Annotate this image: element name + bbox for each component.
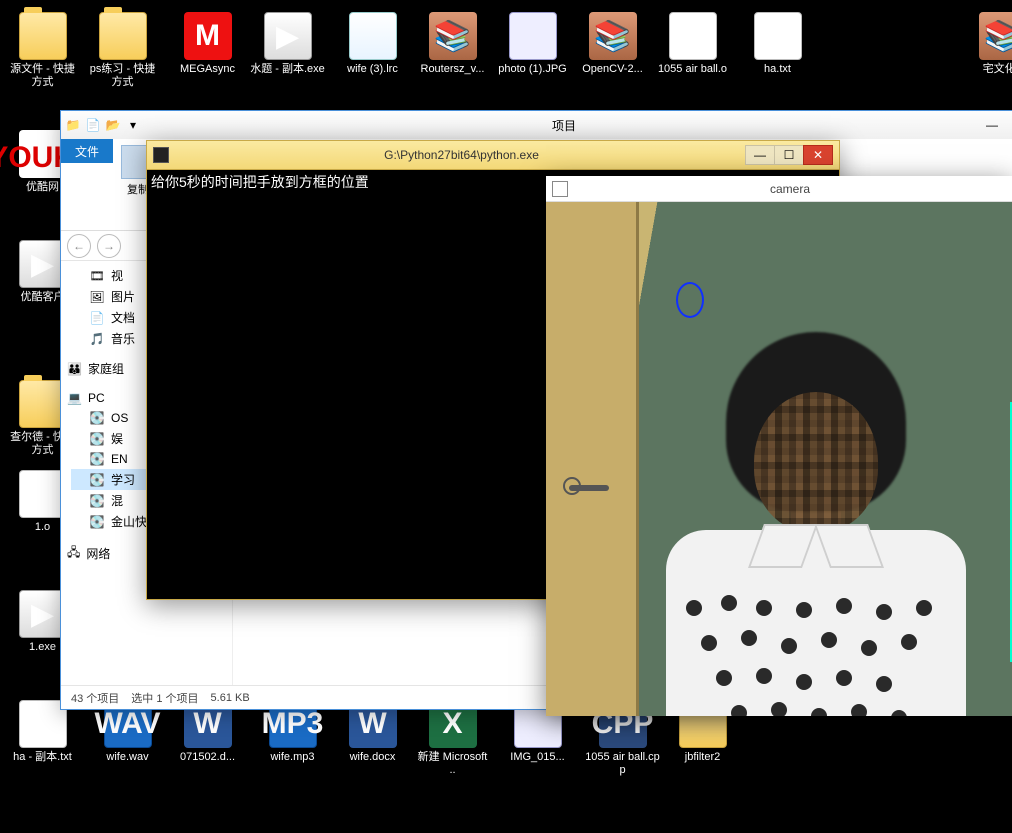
app-icon: ▶ [264, 12, 312, 60]
desktop-icon[interactable]: ps练习 - 快捷方式 [85, 12, 160, 89]
desktop-icon[interactable]: 源文件 - 快捷方式 [5, 12, 80, 89]
door-handle [569, 485, 609, 491]
console-max-button[interactable]: ☐ [774, 145, 804, 165]
desktop-icon[interactable]: wife (3).lrc [335, 12, 410, 76]
desktop-icon-label: OpenCV-2... [575, 63, 650, 76]
camera-titlebar[interactable]: camera [546, 176, 1012, 202]
desktop-icon-label: IMG_015... [500, 751, 575, 764]
explorer-title: 项目 [151, 117, 977, 134]
console-min-button[interactable]: — [745, 145, 775, 165]
console-titlebar[interactable]: G:\Python27bit64\python.exe — ☐ ✕ [146, 140, 840, 170]
desktop-icon[interactable]: 📚 OpenCV-2... [575, 12, 650, 76]
sidebar-item-icon: 🖼 [89, 289, 105, 305]
sidebar-item-icon: 📄 [89, 310, 105, 326]
detection-circle [676, 282, 704, 318]
desktop-icon-label: 水题 - 副本.exe [250, 63, 325, 76]
sidebar-item-label: 文档 [111, 309, 135, 326]
drive-icon: 💽 [89, 472, 105, 488]
drive-icon: 💽 [89, 410, 105, 426]
desktop-icon-label: 071502.d... [170, 751, 245, 764]
desktop-icon-label: wife.wav [90, 751, 165, 764]
desktop-icon[interactable]: ha.txt [740, 12, 815, 76]
drive-icon: 💽 [89, 431, 105, 447]
console-icon [153, 147, 169, 163]
desktop-icon[interactable]: photo (1).JPG [495, 12, 570, 76]
sidebar-item-label: PC [88, 391, 105, 405]
desktop-icon-label: wife (3).lrc [335, 63, 410, 76]
notepad-icon [349, 12, 397, 60]
camera-title: camera [574, 182, 1006, 196]
props-icon[interactable]: 📂 [105, 117, 121, 133]
sidebar-item-label: OS [111, 411, 128, 425]
desktop-icon[interactable]: X新建 Microsoft .. [415, 700, 490, 777]
desktop-icon-label: wife.docx [335, 751, 410, 764]
txt-icon [754, 12, 802, 60]
desktop-icon[interactable]: 1055 air ball.o [655, 12, 730, 76]
desktop-icon-label: 新建 Microsoft .. [415, 751, 490, 777]
desktop-icon-label: ha - 副本.txt [5, 751, 80, 764]
max-button[interactable]: ☐ [1007, 115, 1012, 135]
sidebar-item-label: 网络 [86, 545, 110, 562]
drive-icon: 💽 [89, 493, 105, 509]
desktop-icon[interactable]: ▶ 水题 - 副本.exe [250, 12, 325, 76]
desktop-icon-label: 1055 air ball.o [655, 63, 730, 76]
camera-window[interactable]: camera [546, 176, 1012, 716]
desktop-icon-label: jbfilter2 [665, 751, 740, 764]
jpg-icon [509, 12, 557, 60]
person [666, 332, 966, 716]
console-title: G:\Python27bit64\python.exe [177, 148, 746, 162]
nav-forward-button[interactable]: → [97, 234, 121, 258]
network-icon: 🖧 [67, 543, 80, 564]
desktop-icon-label: Routersz_v... [415, 63, 490, 76]
mega-icon: M [184, 12, 232, 60]
nav-back-button[interactable]: ← [67, 234, 91, 258]
desktop-icon-label: wife.mp3 [255, 751, 330, 764]
sidebar-item-label: 娱 [111, 430, 123, 447]
txt-icon [669, 12, 717, 60]
homegroup-icon: 👪 [67, 362, 82, 376]
status-size: 5.61 KB [211, 692, 250, 704]
sidebar-item-label: 视 [111, 267, 123, 284]
status-selection: 选中 1 个项目 [131, 690, 198, 706]
desktop-icon-label: 源文件 - 快捷方式 [5, 63, 80, 89]
drive-icon: 💽 [89, 514, 105, 530]
wrar-icon: 📚 [429, 12, 477, 60]
folder-icon[interactable]: 📁 [65, 117, 81, 133]
desktop-icon-label: 1055 air ball.cpp [585, 751, 660, 777]
console-close-button[interactable]: ✕ [803, 145, 833, 165]
desktop-icon[interactable]: M MEGAsync [170, 12, 245, 76]
face-mosaic [754, 392, 878, 532]
camera-icon [552, 181, 568, 197]
sidebar-item-label: 音乐 [111, 330, 135, 347]
min-button[interactable]: — [977, 115, 1007, 135]
desktop-icon[interactable]: 📚 Routersz_v... [415, 12, 490, 76]
desktop-icon-label: MEGAsync [170, 63, 245, 76]
sidebar-item-label: EN [111, 452, 128, 466]
status-count: 43 个项目 [71, 690, 119, 706]
drive-icon: 💽 [89, 451, 105, 467]
folder-icon [19, 12, 67, 60]
sidebar-item-label: 图片 [111, 288, 135, 305]
desktop-icon-label: photo (1).JPG [495, 63, 570, 76]
camera-feed [546, 202, 1012, 716]
desktop-icon-label: ha.txt [740, 63, 815, 76]
wrar-icon: 📚 [979, 12, 1012, 60]
pc-icon: 💻 [67, 391, 82, 405]
explorer-titlebar[interactable]: 📁 📄 📂 ▾ 项目 — ☐ ✕ [61, 111, 1012, 139]
file-tab[interactable]: 文件 [61, 139, 113, 163]
sidebar-item-label: 家庭组 [88, 360, 124, 377]
sidebar-item-icon: 🎵 [89, 331, 105, 347]
desktop-icon-label: 宅文化-. [965, 63, 1012, 76]
sidebar-item-label: 混 [111, 492, 123, 509]
desktop-icon[interactable]: 📚 宅文化-. [965, 12, 1012, 76]
sidebar-item-label: 学习 [111, 471, 135, 488]
door [546, 202, 639, 716]
folder-icon [99, 12, 147, 60]
new-folder-icon[interactable]: 📄 [85, 117, 101, 133]
sidebar-item-icon: 🎞 [89, 268, 105, 284]
dropdown-icon[interactable]: ▾ [125, 117, 141, 133]
desktop-icon-label: ps练习 - 快捷方式 [85, 63, 160, 89]
wrar-icon: 📚 [589, 12, 637, 60]
